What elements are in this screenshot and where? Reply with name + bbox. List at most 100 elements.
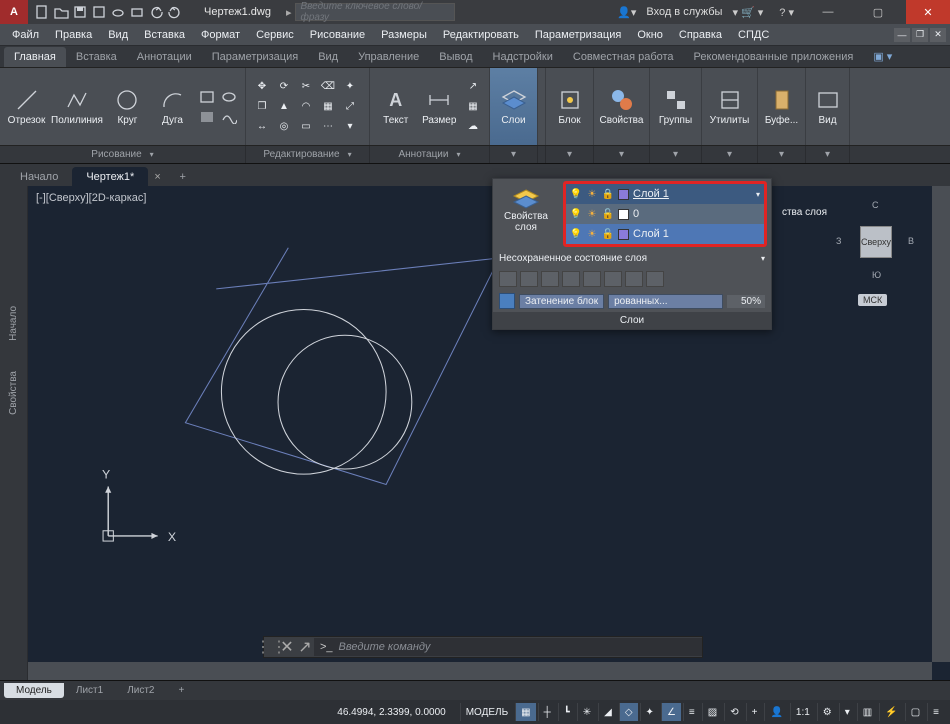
shade-label-2[interactable]: рованных...	[608, 294, 723, 309]
viewcube-face[interactable]: Сверху	[860, 226, 892, 258]
palette-start[interactable]: Начало	[8, 306, 19, 341]
menu-file[interactable]: Файл	[4, 26, 47, 44]
shade-label-1[interactable]: Затенение блок	[519, 294, 604, 309]
layer-row-0[interactable]: 💡 ☀ 🔓 0	[566, 204, 764, 224]
mdi-close-button[interactable]: ✕	[930, 28, 946, 42]
layer-tool-2-icon[interactable]	[520, 271, 538, 287]
status-gear-icon[interactable]: ⚙	[817, 703, 837, 721]
file-tab-start[interactable]: Начало	[6, 167, 72, 186]
layer-tool-4-icon[interactable]	[562, 271, 580, 287]
layer-tool-8-icon[interactable]	[646, 271, 664, 287]
layer-tool-6-icon[interactable]	[604, 271, 622, 287]
tool-clipboard[interactable]: Буфе...	[760, 87, 803, 126]
file-tab-drawing[interactable]: Чертеж1*	[72, 167, 148, 186]
status-osnap-icon[interactable]: ◇	[619, 703, 638, 721]
layer-color-swatch[interactable]	[618, 189, 629, 200]
status-transparency-icon[interactable]: ▨	[702, 703, 722, 721]
sun-icon[interactable]: ☀	[586, 208, 598, 220]
signin-label[interactable]: Вход в службы	[646, 6, 722, 18]
shade-swatch-icon[interactable]	[499, 293, 515, 309]
help-icon[interactable]: ? ▾	[773, 6, 800, 19]
tool-view[interactable]: Вид	[808, 87, 847, 126]
app-logo[interactable]: A	[0, 0, 28, 24]
signin-icon[interactable]: 👤▾	[613, 6, 640, 19]
panel-label-layers[interactable]: ▾	[490, 146, 538, 163]
lock-icon[interactable]: 🔒	[602, 188, 614, 200]
tool-trim-icon[interactable]: ✂	[296, 78, 316, 96]
menu-edit[interactable]: Правка	[47, 26, 100, 44]
exchange-icon[interactable]: ▾ 🛒 ▾	[728, 6, 767, 19]
tool-move-icon[interactable]: ✥	[252, 78, 272, 96]
qat-save-icon[interactable]	[72, 4, 88, 20]
layer-color-swatch[interactable]	[618, 209, 629, 220]
window-minimize-button[interactable]: —	[806, 0, 850, 24]
ribbon-tab-addins[interactable]: Надстройки	[483, 47, 563, 67]
tool-array-icon[interactable]: ▦	[318, 98, 338, 116]
window-maximize-button[interactable]: ▢	[856, 0, 900, 24]
vertical-scrollbar[interactable]	[932, 186, 950, 662]
status-customize-icon[interactable]: ≡	[927, 703, 944, 721]
qat-new-icon[interactable]	[34, 4, 50, 20]
layer-properties-button[interactable]: Свойства слоя	[493, 179, 559, 249]
status-3dosnap-icon[interactable]: ✦	[640, 703, 659, 721]
tool-rotate-icon[interactable]: ⟳	[274, 78, 294, 96]
mdi-minimize-button[interactable]: —	[894, 28, 910, 42]
horizontal-scrollbar[interactable]	[28, 662, 932, 680]
lock-icon[interactable]: 🔓	[602, 208, 614, 220]
tool-layers[interactable]: Слои	[492, 87, 535, 126]
layer-state-row[interactable]: Несохраненное состояние слоя ▾	[493, 249, 771, 268]
viewcube[interactable]: С З В Сверху Ю МСК	[830, 196, 920, 316]
panel-label-block[interactable]: ▾	[546, 146, 594, 163]
status-scale-button[interactable]: 1:1	[790, 703, 815, 721]
tool-utilities[interactable]: Утилиты	[704, 87, 755, 126]
bulb-icon[interactable]: 💡	[570, 228, 582, 240]
ribbon-tab-extra[interactable]: ▣ ▾	[863, 46, 902, 67]
ribbon-tab-annotate[interactable]: Аннотации	[127, 47, 202, 67]
search-input[interactable]: Введите ключевое слово/фразу	[295, 3, 455, 21]
bulb-icon[interactable]: 💡	[570, 208, 582, 220]
panel-label-groups[interactable]: ▾	[650, 146, 702, 163]
sun-icon[interactable]: ☀	[586, 188, 598, 200]
layer-tool-5-icon[interactable]	[583, 271, 601, 287]
commandbar-handle-icon[interactable]: ⋮⋮	[264, 637, 278, 657]
qat-redo-icon[interactable]	[167, 4, 183, 20]
menu-modify[interactable]: Редактировать	[435, 26, 527, 44]
tool-spline-icon[interactable]	[219, 108, 239, 126]
tool-explode-icon[interactable]: ✦	[340, 78, 360, 96]
tool-erase-icon[interactable]: ⌫	[318, 78, 338, 96]
tool-extra3-icon[interactable]: ▾	[340, 118, 360, 136]
layout-tab-sheet1[interactable]: Лист1	[64, 683, 115, 698]
status-annoscale-icon[interactable]: 👤	[764, 703, 787, 721]
commandbar-close-icon[interactable]: ✕	[278, 637, 296, 657]
command-line[interactable]: ⋮⋮ ✕ ↗ >_ Введите команду	[263, 636, 703, 658]
menu-window[interactable]: Окно	[629, 26, 671, 44]
tool-extra1-icon[interactable]: ▭	[296, 118, 316, 136]
tool-arc[interactable]: Дуга	[152, 87, 193, 126]
tool-rect-icon[interactable]	[197, 88, 217, 106]
menu-format[interactable]: Формат	[193, 26, 248, 44]
status-iso-icon[interactable]: ◢	[598, 703, 617, 721]
status-polar-icon[interactable]: ✳	[577, 703, 596, 721]
layer-tool-1-icon[interactable]	[499, 271, 517, 287]
tool-copy-icon[interactable]: ❐	[252, 98, 272, 116]
tool-text[interactable]: A Текст	[376, 87, 416, 126]
layout-tab-sheet2[interactable]: Лист2	[115, 683, 166, 698]
chevron-down-icon[interactable]: ▾	[761, 254, 765, 263]
status-ws-icon[interactable]: ▾	[839, 703, 855, 721]
tool-groups[interactable]: Группы	[653, 87, 699, 126]
status-snap-icon[interactable]: ┼	[538, 703, 556, 721]
layer-tool-7-icon[interactable]	[625, 271, 643, 287]
tool-block[interactable]: Блок	[548, 87, 591, 126]
status-monitor-icon[interactable]: ▥	[857, 703, 877, 721]
menu-tools[interactable]: Сервис	[248, 26, 302, 44]
status-ortho-icon[interactable]: ┗	[558, 703, 575, 721]
tool-fillet-icon[interactable]: ◠	[296, 98, 316, 116]
ribbon-tab-view[interactable]: Вид	[308, 47, 348, 67]
qat-plot-icon[interactable]	[129, 4, 145, 20]
qat-cloud-icon[interactable]	[110, 4, 126, 20]
tool-cloud-icon[interactable]: ☁	[463, 118, 483, 136]
ribbon-tab-parametric[interactable]: Параметризация	[202, 47, 308, 67]
sun-icon[interactable]: ☀	[586, 228, 598, 240]
layer-combo-current[interactable]: 💡 ☀ 🔒 Слой 1 ▾	[566, 184, 764, 204]
ribbon-tab-featured[interactable]: Рекомендованные приложения	[684, 47, 864, 67]
